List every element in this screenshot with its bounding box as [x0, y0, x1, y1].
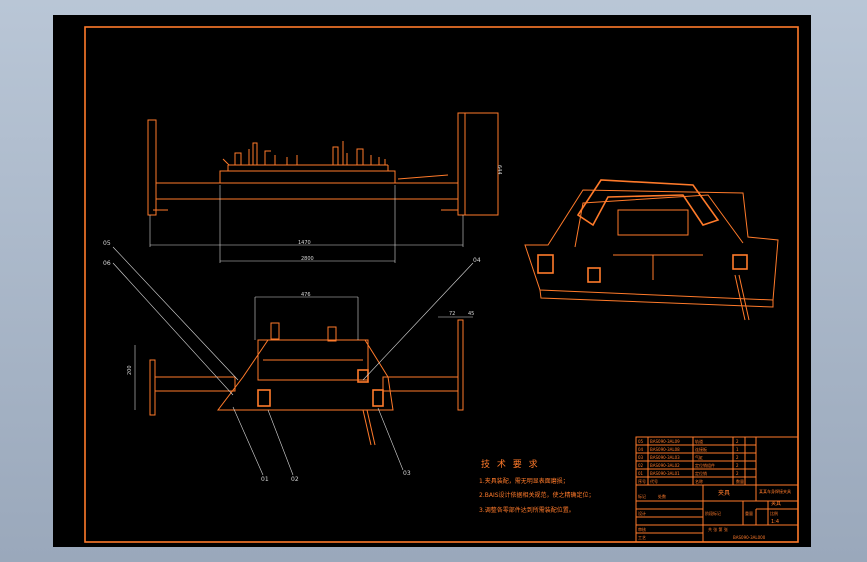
center-label: 夹具 [718, 489, 730, 497]
sub-label-weight: 重量 [745, 510, 753, 516]
note-2: 2.BAIS设计依据相关规范，使之精确定位； [479, 491, 595, 499]
dim-top-overall: 2800 [301, 256, 314, 262]
dim-top-height: 644 [496, 165, 502, 175]
right-upright [457, 112, 499, 216]
assembly-name: 夹具 [771, 500, 781, 507]
balloon-04: 04 [473, 257, 481, 264]
part-row-1-code: BAS090-3AL09 [650, 439, 680, 444]
header-code: 代号 [650, 478, 658, 484]
isometric-view [524, 179, 779, 321]
part-row-5-qty: 2 [736, 471, 739, 476]
part-row-5-no: 01 [638, 471, 644, 476]
sub-label-stage: 阶段标记 [705, 510, 721, 516]
part-row-3-qty: 2 [736, 455, 739, 460]
part-row-4-no: 02 [638, 463, 644, 468]
drawing-number: BAS090-3AL000 [733, 535, 766, 540]
part-row-1-name: 轨道 [695, 438, 703, 444]
plan-right-arm [382, 376, 459, 392]
front-view: 1470 2800 644 [147, 112, 502, 263]
scale-value: 1:4 [771, 519, 779, 525]
part-row-2-qty: 1 [736, 447, 739, 452]
plan-left-upright [149, 359, 156, 416]
label-mark: 标记 [638, 493, 646, 499]
header-name: 名称 [695, 478, 703, 484]
balloon-03: 03 [403, 470, 411, 477]
part-row-3-no: 03 [638, 455, 644, 460]
part-row-1-qty: 2 [736, 439, 739, 444]
plan-base-plate [216, 339, 394, 411]
part-row-4-name: 定位销组件 [695, 462, 715, 468]
sub-label-scale: 比例 [770, 510, 778, 516]
plan-right-upright [457, 319, 464, 411]
balloon-01: 01 [261, 476, 269, 483]
cad-viewport[interactable]: 1470 2800 644 476 200 72 45 05 06 04 01 … [53, 15, 811, 547]
part-row-4-code: BAS090-3AL02 [650, 463, 680, 468]
part-row-3-name: 气缸 [695, 454, 703, 460]
fixture-base [219, 170, 396, 184]
title-block: 05 BAS090-3AL09 轨道 2 04 BAS090-3AL08 连接板… [635, 436, 799, 543]
balloon-02: 02 [291, 476, 299, 483]
label-design: 设计 [638, 510, 646, 516]
dim-bottom-right-b: 45 [468, 311, 474, 317]
iso-frame [576, 179, 720, 227]
header-qty: 数量 [736, 478, 744, 484]
part-row-2-code: BAS090-3AL08 [650, 447, 680, 452]
leader-lines [112, 246, 474, 476]
notes-title: 技 术 要 求 [481, 458, 540, 470]
label-count: 处数 [658, 493, 666, 499]
note-3: 3.调整各零部件达到所需装配位置。 [479, 506, 575, 514]
header-no: 序号 [638, 478, 646, 484]
part-row-2-name: 连接板 [695, 446, 707, 452]
balloon-05: 05 [103, 240, 111, 247]
dim-top-width: 1470 [298, 240, 311, 246]
dim-bottom-top: 476 [301, 292, 311, 298]
part-row-2-no: 04 [638, 447, 644, 452]
balloon-06: 06 [103, 260, 111, 267]
label-process: 工艺 [638, 535, 646, 540]
part-row-5-code: BAS090-3AL01 [650, 471, 680, 476]
part-row-1-no: 05 [638, 439, 644, 444]
main-beam [155, 182, 459, 200]
dim-bottom-right-a: 72 [449, 311, 455, 317]
part-row-5-name: 定位销 [695, 470, 707, 476]
technical-notes: 技 术 要 求 1.夹具装配，需无明显表面磨损； 2.BAIS设计依据相关规范，… [479, 458, 595, 514]
label-review: 审核 [638, 526, 646, 532]
dim-bottom-left: 200 [127, 365, 133, 375]
plan-view: 476 200 72 45 [127, 292, 474, 446]
part-row-4-qty: 2 [736, 463, 739, 468]
cad-drawing: 1470 2800 644 476 200 72 45 05 06 04 01 … [84, 26, 799, 543]
sheet-label: 共 张 第 张 [708, 526, 728, 532]
left-upright [147, 119, 157, 216]
iso-base [524, 189, 779, 301]
right-title: 某某车身焊接夹具 [759, 488, 791, 494]
note-1: 1.夹具装配，需无明显表面磨损； [479, 477, 569, 485]
part-row-3-code: BAS090-3AL03 [650, 455, 680, 460]
drawing-border [84, 26, 799, 543]
